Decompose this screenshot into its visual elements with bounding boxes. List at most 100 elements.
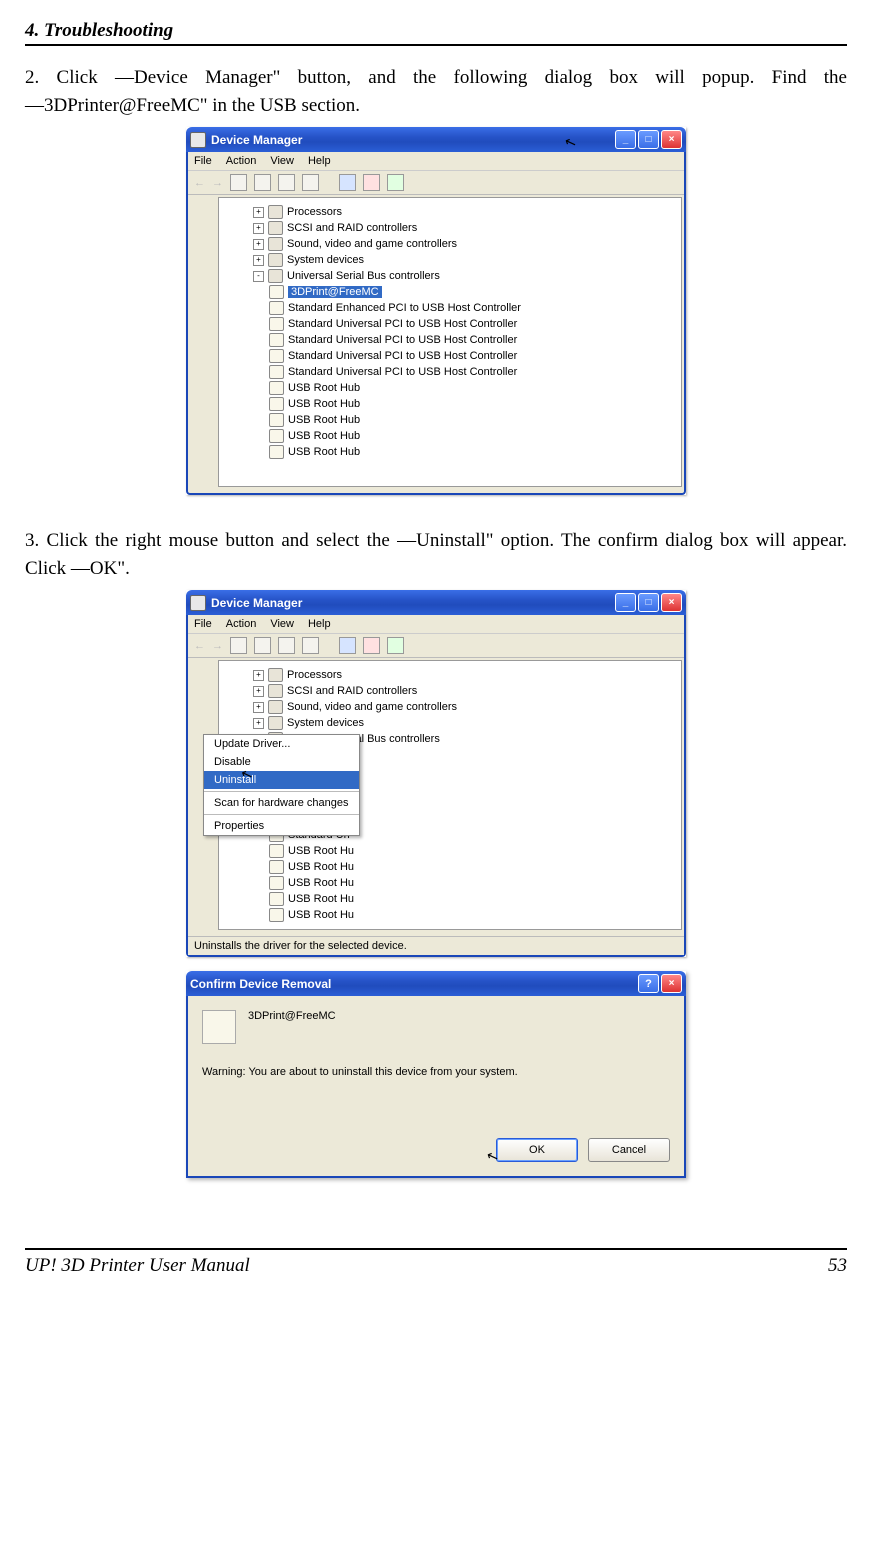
tree-node[interactable]: USB Root Hub (288, 382, 360, 394)
tree-node[interactable]: USB Root Hu (288, 877, 354, 889)
tool-button[interactable] (278, 174, 295, 191)
tool-button[interactable] (363, 637, 380, 654)
tool-button[interactable] (387, 637, 404, 654)
chapter-header: 4. Troubleshooting (25, 20, 847, 46)
menu-view[interactable]: View (270, 618, 294, 630)
close-button[interactable]: × (661, 593, 682, 612)
expand-icon[interactable]: + (253, 670, 264, 681)
toolbar: ← → (188, 634, 684, 658)
tree-node[interactable]: Standard Enhanced PCI to USB Host Contro… (288, 302, 521, 314)
tree-node[interactable]: Processors (287, 206, 342, 218)
menu-view[interactable]: View (270, 155, 294, 167)
ctx-update-driver[interactable]: Update Driver... (204, 735, 359, 753)
minimize-button[interactable]: _ (615, 130, 636, 149)
tree-node-selected[interactable]: 3DPrint@FreeMC (288, 286, 382, 298)
tree-node[interactable]: Universal Serial Bus controllers (287, 270, 440, 282)
device-tree[interactable]: + Processors + SCSI and RAID controllers +… (218, 197, 682, 487)
tree-node[interactable]: USB Root Hu (288, 909, 354, 921)
expand-icon[interactable]: + (253, 718, 264, 729)
device-manager-window-2: Device Manager _ □ × File Action View He… (186, 590, 686, 957)
tree-node[interactable]: Standard Universal PCI to USB Host Contr… (288, 350, 517, 362)
close-button[interactable]: × (661, 130, 682, 149)
dialog-title: Confirm Device Removal (190, 977, 331, 991)
category-icon (268, 221, 283, 235)
tree-node[interactable]: USB Root Hu (288, 861, 354, 873)
tree-node[interactable]: Processors (287, 669, 342, 681)
tree-node[interactable]: USB Root Hu (288, 845, 354, 857)
tree-node[interactable]: System devices (287, 717, 364, 729)
tree-node[interactable]: Sound, video and game controllers (287, 238, 457, 250)
help-button[interactable]: ? (638, 974, 659, 993)
cancel-button[interactable]: Cancel (588, 1138, 670, 1162)
tool-button[interactable] (302, 174, 319, 191)
usb-icon (269, 844, 284, 858)
ctx-separator (204, 791, 359, 792)
menu-file[interactable]: File (194, 618, 212, 630)
tool-button[interactable] (278, 637, 295, 654)
menu-file[interactable]: File (194, 155, 212, 167)
expand-icon[interactable]: + (253, 223, 264, 234)
expand-icon[interactable]: + (253, 239, 264, 250)
ctx-uninstall[interactable]: Uninstall (204, 771, 359, 789)
usb-icon (269, 413, 284, 427)
close-button[interactable]: × (661, 974, 682, 993)
tool-button[interactable] (230, 637, 247, 654)
tree-node[interactable]: SCSI and RAID controllers (287, 685, 417, 697)
ctx-properties[interactable]: Properties (204, 817, 359, 835)
tree-node[interactable]: USB Root Hub (288, 414, 360, 426)
device-name-label: 3DPrint@FreeMC (248, 1010, 336, 1022)
devmgr-icon (190, 132, 206, 148)
tree-node[interactable]: Standard Universal PCI to USB Host Contr… (288, 366, 517, 378)
menubar: File Action View Help (188, 615, 684, 634)
nav-fwd-icon: → (212, 177, 223, 189)
tool-button[interactable] (230, 174, 247, 191)
menu-help[interactable]: Help (308, 155, 331, 167)
expand-icon[interactable]: + (253, 207, 264, 218)
expand-icon[interactable]: + (253, 702, 264, 713)
tool-button[interactable] (302, 637, 319, 654)
tool-button[interactable] (254, 637, 271, 654)
menu-help[interactable]: Help (308, 618, 331, 630)
ctx-disable[interactable]: Disable (204, 753, 359, 771)
expand-icon[interactable]: + (253, 686, 264, 697)
titlebar[interactable]: Device Manager _ □ × (186, 127, 686, 152)
tool-button[interactable] (387, 174, 404, 191)
tree-node[interactable]: Standard Universal PCI to USB Host Contr… (288, 318, 517, 330)
category-icon (268, 700, 283, 714)
context-menu: Update Driver... Disable Uninstall Scan … (203, 734, 360, 836)
tree-node[interactable]: USB Root Hub (288, 398, 360, 410)
ctx-scan-hardware[interactable]: Scan for hardware changes (204, 794, 359, 812)
tree-node[interactable]: System devices (287, 254, 364, 266)
tool-button[interactable] (254, 174, 271, 191)
statusbar: Uninstalls the driver for the selected d… (188, 936, 684, 955)
window-title: Device Manager (211, 133, 302, 147)
ok-button[interactable]: OK (496, 1138, 578, 1162)
nav-fwd-icon: → (212, 640, 223, 652)
tree-node[interactable]: SCSI and RAID controllers (287, 222, 417, 234)
tool-button[interactable] (339, 637, 356, 654)
collapse-icon[interactable]: - (253, 271, 264, 282)
tree-node[interactable]: USB Root Hub (288, 430, 360, 442)
maximize-button[interactable]: □ (638, 130, 659, 149)
menu-action[interactable]: Action (226, 155, 257, 167)
menu-action[interactable]: Action (226, 618, 257, 630)
minimize-button[interactable]: _ (615, 593, 636, 612)
tool-button[interactable] (363, 174, 380, 191)
tree-node[interactable]: Standard Universal PCI to USB Host Contr… (288, 334, 517, 346)
paragraph-step2: 2. Click ―Device Manager" button, and th… (25, 64, 847, 119)
maximize-button[interactable]: □ (638, 593, 659, 612)
tree-node[interactable]: USB Root Hub (288, 446, 360, 458)
usb-icon (269, 365, 284, 379)
confirm-device-removal-dialog: Confirm Device Removal ? × 3DPrint@FreeM… (186, 971, 686, 1178)
footer-title: UP! 3D Printer User Manual (25, 1255, 250, 1277)
tree-node[interactable]: USB Root Hu (288, 893, 354, 905)
device-manager-window-1: Device Manager _ □ × File Action View He… (186, 127, 686, 495)
titlebar[interactable]: Confirm Device Removal ? × (186, 971, 686, 996)
tree-node[interactable]: Sound, video and game controllers (287, 701, 457, 713)
titlebar[interactable]: Device Manager _ □ × (186, 590, 686, 615)
usb-icon (269, 285, 284, 299)
tool-button[interactable] (339, 174, 356, 191)
expand-icon[interactable]: + (253, 255, 264, 266)
category-icon (268, 253, 283, 267)
usb-icon (269, 892, 284, 906)
